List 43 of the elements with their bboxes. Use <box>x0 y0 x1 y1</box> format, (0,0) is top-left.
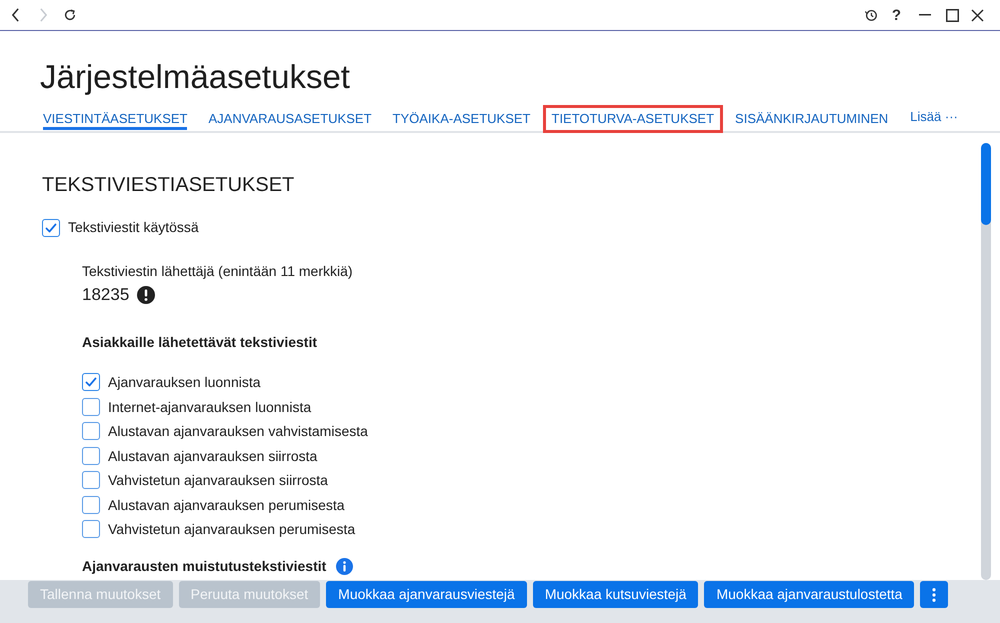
footer-button[interactable]: Muokkaa kutsuviestejä <box>532 581 698 608</box>
checkmark-icon <box>85 376 97 388</box>
footer-button[interactable]: Muokkaa ajanvaraustulostetta <box>704 581 914 608</box>
checkbox[interactable] <box>82 373 100 391</box>
info-icon[interactable] <box>336 558 354 575</box>
subsection-heading: Ajanvarausten muistutustekstiviestit <box>82 558 326 575</box>
scrollbar-track[interactable] <box>981 143 991 580</box>
help-button[interactable]: ? <box>892 8 901 22</box>
more-tabs-link[interactable]: Lisää ··· <box>910 107 958 126</box>
checkbox[interactable] <box>82 422 100 440</box>
page-title: Järjestelmäasetukset <box>40 57 351 97</box>
checkbox-label: Tekstiviestit käytössä <box>68 218 199 237</box>
refresh-icon[interactable] <box>62 7 78 23</box>
checkbox[interactable] <box>82 471 100 489</box>
checkbox-label: Ajanvarauksen luonnista <box>108 373 261 391</box>
checkbox-label: Vahvistetun ajanvarauksen siirrosta <box>108 471 328 489</box>
checkbox-label: Alustavan ajanvarauksen vahvistamisesta <box>108 422 368 440</box>
more-vertical-icon <box>932 588 936 602</box>
checkbox[interactable] <box>82 520 100 538</box>
checkbox-label: Alustavan ajanvarauksen siirrosta <box>108 446 318 464</box>
checkbox[interactable] <box>82 398 100 416</box>
sender-value: 18235 <box>82 284 130 306</box>
maximize-icon[interactable] <box>946 8 959 22</box>
checkbox[interactable] <box>82 446 100 464</box>
tab[interactable]: TIETOTURVA-ASETUKSET <box>544 106 722 131</box>
tab[interactable]: AJANVARAUSASETUKSET <box>201 106 379 131</box>
checkbox-label: Internet-ajanvarauksen luonnista <box>108 398 312 416</box>
checkbox-label: Vahvistetun ajanvarauksen perumisesta <box>108 520 356 538</box>
close-icon[interactable] <box>971 8 984 22</box>
checkbox-label: Alustavan ajanvarauksen perumisesta <box>108 496 345 514</box>
checkbox[interactable] <box>82 496 100 514</box>
checkbox[interactable] <box>42 218 60 236</box>
more-options-button[interactable] <box>920 581 948 608</box>
tab[interactable]: TYÖAIKA-ASETUKSET <box>386 106 538 131</box>
history-icon[interactable] <box>862 7 879 23</box>
footer-button[interactable]: Muokkaa ajanvarausviestejä <box>326 581 527 608</box>
scrollbar-thumb[interactable] <box>981 143 991 225</box>
tab[interactable]: VIESTINTÄASETUKSET <box>36 106 194 131</box>
section-heading: TEKSTIVIESTIASETUKSET <box>42 173 296 197</box>
field-label: Tekstiviestin lähettäjä (enintään 11 merkkiä) <box>82 262 354 281</box>
checkmark-icon <box>45 222 57 234</box>
tab[interactable]: SISÄÄNKIRJAUTUMINEN <box>728 106 896 131</box>
subsection-heading: Asiakkaille lähetettävät tekstiviestit <box>82 333 318 352</box>
